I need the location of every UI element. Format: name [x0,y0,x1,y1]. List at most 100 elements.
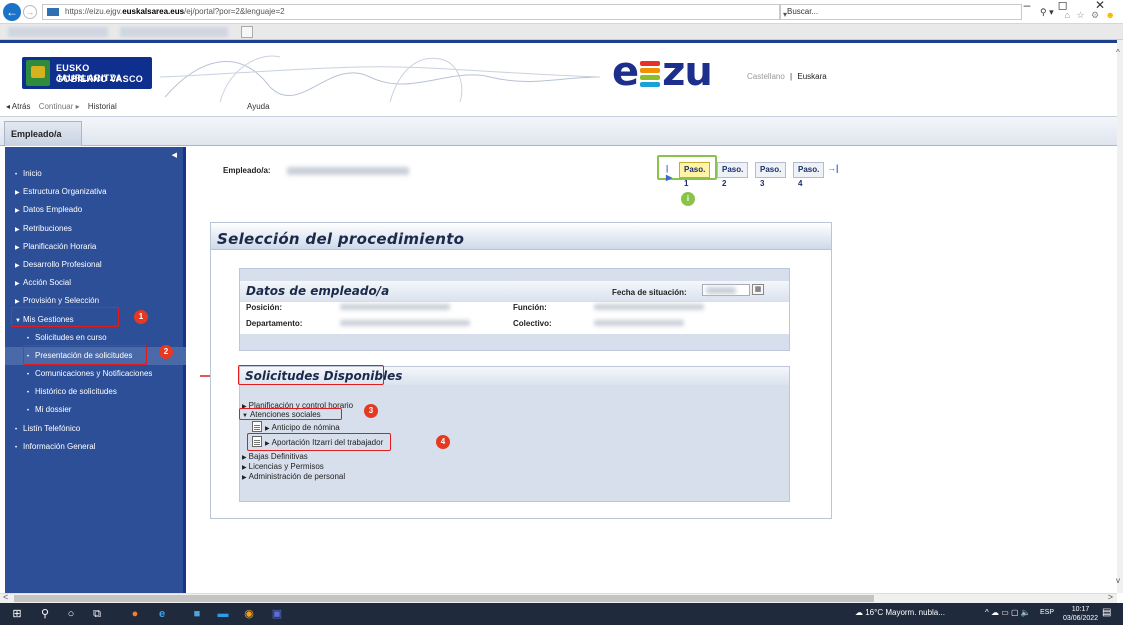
sidebar-item-label: Solicitudes en curso [35,332,107,342]
funcion-label: Función: [513,303,547,312]
chrome-icon[interactable]: ◉ [242,607,256,621]
app-icon[interactable]: ■ [190,607,204,621]
browser-tab[interactable] [120,27,228,37]
tab-empleado[interactable]: Empleado/a [4,121,82,146]
step-3[interactable]: Paso. 3 [755,162,787,188]
sidebar-item-comunicaciones[interactable]: • Comunicaciones y Notificaciones [5,365,186,383]
firefox-icon[interactable]: ● [128,607,142,621]
notifications-icon[interactable]: ▤ [1102,607,1111,618]
sidebar-item-informacion[interactable]: • Información General [5,438,186,456]
eezu-logo-zu: zu [662,49,713,95]
scroll-up-icon[interactable]: ^ [1116,48,1120,57]
main-content: Empleado/a: |▶ Paso. 1 Paso. 2 Paso. 3 P… [189,147,1117,593]
sidebar-item-historico[interactable]: • Histórico de solicitudes [5,383,186,401]
system-tray[interactable]: ^ ☁ ▭ ▢ 🔈 [985,608,1031,617]
app-icon[interactable]: ▬ [216,607,230,621]
windows-start-icon[interactable]: ⊞ [10,607,24,621]
sidebar-item-datos-empleado[interactable]: ▶ Datos Empleado [5,201,186,219]
first-step-icon[interactable]: |▶ [666,164,672,182]
bullet-icon: • [27,390,30,397]
sidebar-item-desarrollo[interactable]: ▶ Desarrollo Profesional [5,256,186,274]
feedback-icon[interactable]: ☻ [1106,10,1117,20]
site-favicon-icon [47,8,59,16]
browser-toolbar-icons[interactable]: ⌂ ☆ ⚙ ☻ [1064,10,1117,21]
horizontal-scrollbar[interactable]: < > [0,592,1117,603]
procedure-title: Selección del procedimiento [217,230,465,248]
teams-icon[interactable]: ▣ [270,607,284,621]
colectivo-label: Colectivo: [513,319,552,328]
expand-arrow-icon: ▶ [15,281,20,288]
step-1[interactable]: Paso. 1 [679,162,711,188]
back-icon[interactable]: ← [3,3,21,21]
annotation-badge-info: i [681,192,695,206]
eezu-bar [640,82,661,87]
sidebar-item-planificacion[interactable]: ▶ Planificación Horaria [5,238,186,256]
eezu-logo[interactable]: e zu [612,49,713,95]
employee-data-rows: Posición: Función: Departamento: Colecti… [240,302,789,334]
expand-arrow-icon: ▶ [265,426,270,432]
sidebar-item-estructura[interactable]: ▶ Estructura Organizativa [5,183,186,201]
lang-euskara-link[interactable]: Euskara [797,72,826,81]
coat-of-arms-icon [26,60,50,86]
help-link[interactable]: Ayuda [247,102,270,111]
taskbar-clock[interactable]: 10:17 03/06/2022 [1063,605,1098,623]
collapse-sidebar-icon[interactable]: ◀ [172,151,177,159]
fecha-redacted [706,287,736,294]
nav-history-link[interactable]: Historial [88,102,117,111]
tree-label: Anticipo de nómina [271,423,340,432]
tree-anticipo-nomina[interactable]: ▶ Anticipo de nómina [252,421,340,432]
eezu-logo-bars [640,61,661,87]
bullet-icon: • [15,426,18,433]
search-icon[interactable]: ⚲ [38,607,52,621]
sidebar-item-label: Desarrollo Profesional [23,259,102,269]
sidebar-item-listin[interactable]: • Listín Telefónico [5,420,186,438]
tree-label: Administración de personal [248,472,346,481]
sidebar-item-label: Información General [23,441,96,451]
new-tab-icon[interactable] [241,26,253,38]
forward-icon[interactable]: → [23,5,37,19]
browser-tab[interactable] [8,27,108,37]
nav-forward-link[interactable]: Continuar ▸ [39,102,80,111]
cortana-icon[interactable]: ○ [64,607,78,621]
scroll-left-icon[interactable]: < [3,592,8,602]
browser-search-input[interactable]: Buscar... [780,4,1022,20]
colectivo-redacted [594,320,684,326]
vertical-scrollbar[interactable]: ^ v [1116,40,1123,593]
lang-castellano-link[interactable]: Castellano [747,72,785,81]
nav-back-link[interactable]: ◂ Atrás [6,102,30,111]
calendar-icon[interactable]: ▦ [752,284,764,295]
gobierno-vasco-logo[interactable]: EUSKO JAURLARITZA GOBIERNO VASCO [22,57,152,89]
step-4[interactable]: Paso. 4 [793,162,825,188]
internet-explorer-icon[interactable]: e [155,607,169,621]
tree-licencias[interactable]: ▶ Licencias y Permisos [242,462,324,471]
tree-administracion[interactable]: ▶ Administración de personal [242,472,345,481]
last-step-icon[interactable]: →| [827,163,839,173]
expand-arrow-icon: ▶ [15,262,20,269]
scroll-right-icon[interactable]: > [1108,592,1113,602]
expand-arrow-icon: ▶ [15,190,20,197]
annotation-box-atenciones [239,408,342,420]
employee-label: Empleado/a: [223,166,271,175]
scroll-down-icon[interactable]: v [1116,576,1120,585]
sidebar-item-label: Acción Social [23,278,72,288]
tree-label: Bajas Definitivas [248,452,308,461]
sidebar-item-label: Datos Empleado [23,205,83,215]
employee-data-title: Datos de empleado/a [246,284,390,298]
sidebar-item-accion-social[interactable]: ▶ Acción Social [5,274,186,292]
windows-taskbar: ⊞ ⚲ ○ ⧉ ● e ■ ▬ ◉ ▣ ☁ 16°C Mayorm. nubla… [0,603,1123,625]
sidebar-item-mi-dossier[interactable]: • Mi dossier [5,401,186,419]
task-view-icon[interactable]: ⧉ [90,607,104,621]
horizontal-scroll-thumb[interactable] [14,595,874,602]
fecha-situacion-input[interactable] [702,284,750,296]
posicion-redacted [340,304,450,310]
sidebar-item-label: Inicio [23,169,42,178]
address-bar[interactable]: https://eizu.ejgv.euskalsarea.eus/ej/por… [42,4,793,47]
eezu-bar [640,68,661,73]
sidebar-item-inicio[interactable]: • Inicio [5,165,186,183]
sidebar-item-retribuciones[interactable]: ▶ Retribuciones [5,220,186,238]
step-2[interactable]: Paso. 2 [717,162,749,188]
input-language[interactable]: ESP [1040,609,1054,616]
weather-widget[interactable]: ☁ 16°C Mayorm. nubla... [855,608,945,617]
tree-bajas[interactable]: ▶ Bajas Definitivas [242,452,308,461]
employee-name-redacted [287,167,409,175]
